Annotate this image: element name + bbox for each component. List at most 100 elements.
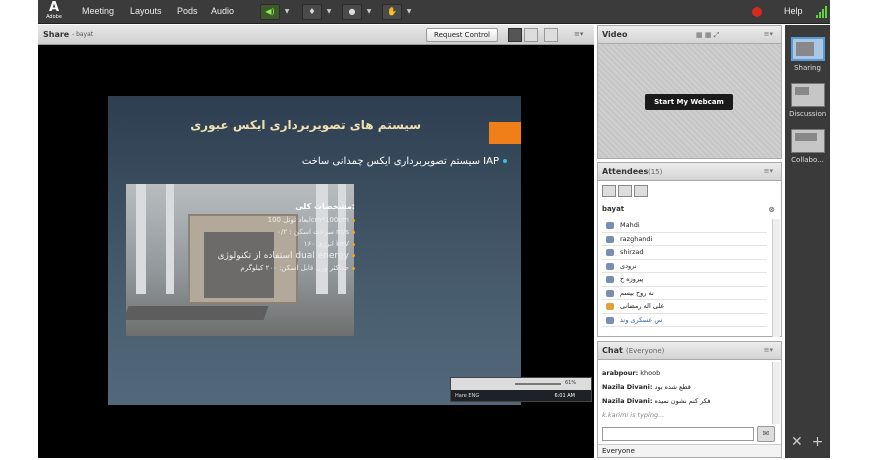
share-pod: Share - bayat Request Control ≡▾ سیستم ه… [38,25,594,458]
zoom-percent: 61% [565,380,577,386]
layout-thumbnail [790,129,825,153]
start-webcam-button[interactable]: Start My Webcam [645,94,733,110]
adobe-logo: A Adobe [44,0,64,22]
request-control-button[interactable]: Request Control [426,28,498,42]
layouts-panel: Sharing Discussion Collabo... ✕ + [785,25,830,458]
breakout-icon[interactable] [634,185,648,197]
typing-indicator: k.karimi is typing... [602,411,665,419]
list-item[interactable]: علی اله رمضانی [602,300,767,314]
list-item[interactable]: razghandi [602,233,767,246]
layout-discussion[interactable]: Discussion [789,83,826,118]
layout-thumbnail [790,83,825,107]
grid-view-icon[interactable]: ▦ ▦ ⤢ [696,31,719,40]
shared-slide: سیستم های تصویربرداری ایکس عبوری سیستم ت… [108,96,521,405]
tools-icon[interactable]: ✕ [791,434,803,450]
list-item[interactable]: shirzad [602,246,767,260]
status-view-icon[interactable] [618,185,632,197]
host-row[interactable]: bayat ⊗ [602,205,777,217]
layout-label: Discussion [789,110,827,118]
speaker-icon[interactable]: ◀) [260,4,280,20]
spec-line: حداکثر وزن قابل اسکن: ۲۰۰ کیلوگرم [205,262,355,274]
zoom-toolbar: 61% [451,378,591,390]
pod-options-icon[interactable]: ≡▾ [764,167,773,175]
video-pod-title: Video [602,30,628,39]
list-item[interactable]: نه روح بیسم [602,287,767,300]
video-area: Start My Webcam [598,44,781,158]
chat-scrollbar[interactable] [772,362,780,424]
slide-accent-bar [489,122,491,144]
record-icon[interactable] [752,7,762,17]
attendees-count: (15) [648,168,663,176]
list-item[interactable]: Mahdi [602,219,767,233]
chat-message: Nazila Divani: قطع شده بود [602,383,691,391]
video-pod: Video ▦ ▦ ⤢ ≡▾ Start My Webcam [597,25,782,159]
layout-sharing[interactable]: Sharing [789,37,826,72]
chevron-down-icon[interactable]: ▼ [404,4,414,20]
video-pod-header: Video ▦ ▦ ⤢ ≡▾ [598,26,781,44]
chat-input[interactable] [602,427,754,441]
menu-layouts[interactable]: Layouts [130,6,162,16]
tray-clock: 6:01 AM [554,393,575,399]
list-item[interactable]: نرودی [602,260,767,273]
user-icon [606,303,614,310]
slide-title: سیستم های تصویربرداری ایکس عبوری [190,118,421,132]
menu-help[interactable]: Help [784,6,803,16]
spec-line: انرژی ۱۶۰ keV [205,238,355,250]
actual-size-icon[interactable] [524,28,538,42]
attendees-pod: Attendees (15) ≡▾ bayat ⊗ Mahdi razghand… [597,162,782,337]
chat-message: arabpour: khoob [602,369,661,377]
webcam-icon[interactable]: ● [342,4,362,20]
zoom-slider[interactable] [515,383,561,385]
layout-thumbnail [790,37,825,61]
layout-label: Sharing [794,64,821,72]
pod-options-icon[interactable]: ≡▾ [764,346,773,354]
fit-width-icon[interactable] [508,28,522,42]
fullscreen-icon[interactable] [544,28,558,42]
menu-audio[interactable]: Audio [211,6,234,16]
spec-line: استفاده از تکنولوژی dual energy [205,250,355,262]
list-view-icon[interactable] [602,185,616,197]
specs-list: مشخصات کلی: ابعاد تونل 100cm*100cm سرعت … [205,202,355,274]
microphone-icon[interactable]: ♦ [302,4,322,20]
pod-options-icon[interactable]: ≡▾ [764,30,773,38]
layout-label: Collabo... [791,156,824,164]
chevron-down-icon[interactable]: ▼ [282,4,292,20]
user-icon [606,249,614,256]
close-icon[interactable]: ⊗ [768,205,775,214]
slide-bullet-text: سیستم تصویربرداری ایکس چمدانی ساخت IAP [301,156,499,167]
layout-tools: ✕ + [791,434,823,450]
chat-pod-header: Chat (Everyone) ≡▾ [598,342,781,360]
attendee-scrollbar[interactable] [772,219,780,337]
send-icon[interactable]: ✉ [757,426,775,442]
chat-message: Nazila Divani: فکر کنم نشون نمیده [602,397,711,405]
attendees-title: Attendees [602,167,649,176]
list-item[interactable]: س عسکری وند [602,314,767,327]
user-icon [606,222,614,229]
chat-messages: arabpour: khoob Nazila Divani: قطع شده ب… [602,366,770,422]
list-item[interactable]: پیروزه ح [602,273,767,287]
pod-options-icon[interactable]: ≡▾ [574,30,583,38]
spec-line: ابعاد تونل 100cm*100cm [205,214,355,226]
raise-hand-icon[interactable]: ✋ [382,4,402,20]
host-name: bayat [602,205,625,213]
user-icon [606,316,614,324]
chat-scope: (Everyone) [626,347,665,355]
menu-pods[interactable]: Pods [177,6,198,16]
top-menu-bar: A Adobe Meeting Layouts Pods Audio ◀) ▼ … [38,0,830,24]
logo-mark: A [48,0,60,15]
presenter-taskbar-overlay: 61% Hare ENG 6:01 AM [450,377,592,402]
user-icon [606,235,614,243]
bullet-dot-icon [503,159,507,163]
share-pod-header: Share - bayat Request Control ≡▾ [38,25,594,45]
connection-signal-icon [816,6,828,18]
menu-meeting[interactable]: Meeting [82,6,114,16]
layout-collaboration[interactable]: Collabo... [789,129,826,164]
chat-recipient[interactable]: Everyone [598,444,781,457]
slide-accent-block [489,122,521,144]
chevron-down-icon[interactable]: ▼ [324,4,334,20]
spec-line: سرعت اسکن : ۰/۲ m/s [205,226,355,238]
attendee-list: Mahdi razghandi shirzad نرودی پیروزه ح ن… [602,219,767,327]
add-icon[interactable]: + [812,434,824,450]
chevron-down-icon[interactable]: ▼ [364,4,374,20]
share-pod-title: Share [43,30,70,39]
